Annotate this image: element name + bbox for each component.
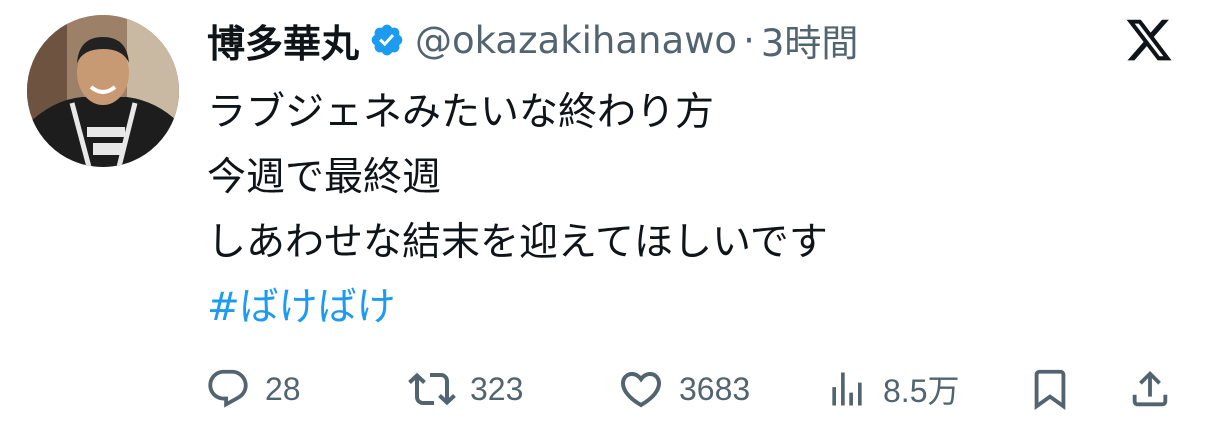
reply-button[interactable]: 28 xyxy=(205,360,301,418)
bookmark-button[interactable] xyxy=(1027,360,1073,418)
like-button[interactable]: 3683 xyxy=(617,360,750,418)
avatar-photo-icon xyxy=(27,15,179,167)
tweet-body: ラブジェネみたいな終わり方 今週で最終週 しあわせな結末を迎えてほしいです #ば… xyxy=(207,80,828,340)
retweet-button[interactable]: 323 xyxy=(408,360,523,418)
tweet-text-line: ラブジェネみたいな終わり方 xyxy=(207,90,715,135)
header-separator: · xyxy=(743,18,755,62)
reply-icon xyxy=(205,366,251,412)
retweet-count: 323 xyxy=(470,370,524,407)
verified-badge-icon[interactable] xyxy=(369,22,405,58)
author-avatar[interactable] xyxy=(27,15,179,167)
tweet-timestamp[interactable]: 3時間 xyxy=(761,13,859,67)
heart-icon xyxy=(617,365,665,413)
share-button[interactable] xyxy=(1127,360,1173,418)
hashtag-link[interactable]: #ばけばけ xyxy=(207,275,828,340)
tweet-text-line: 今週で最終週 xyxy=(207,155,442,200)
tweet-action-bar: 28 323 3683 8.5万 xyxy=(205,360,1180,418)
retweet-icon xyxy=(408,365,456,413)
author-handle[interactable]: @okazakihanawo xyxy=(415,19,737,62)
like-count: 3683 xyxy=(679,370,751,407)
bookmark-icon xyxy=(1027,365,1073,413)
tweet-text-line: しあわせな結末を迎えてほしいです xyxy=(207,220,828,265)
views-count: 8.5万 xyxy=(883,373,960,409)
reply-count: 28 xyxy=(265,370,301,407)
x-logo-icon[interactable] xyxy=(1124,15,1174,65)
author-display-name[interactable]: 博多華丸 xyxy=(207,13,359,68)
share-icon xyxy=(1127,365,1173,413)
analytics-icon xyxy=(825,366,869,412)
views-button[interactable]: 8.5万 xyxy=(825,360,960,418)
tweet-header: 博多華丸 @okazakihanawo · 3時間 xyxy=(207,12,858,68)
